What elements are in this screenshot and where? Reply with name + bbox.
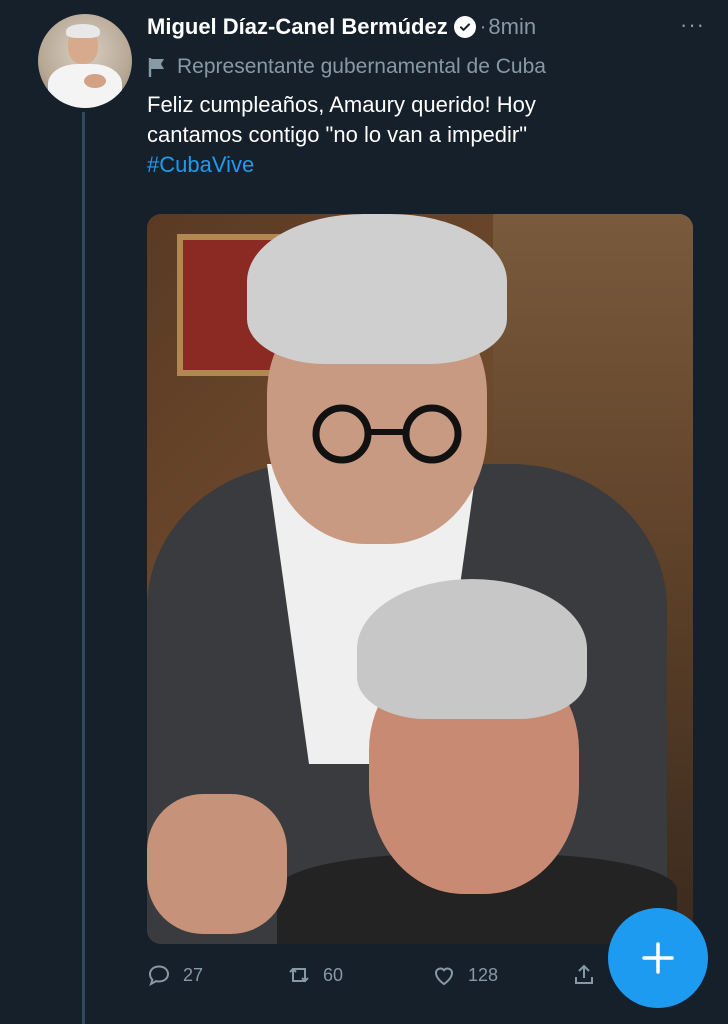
verified-badge-icon <box>453 16 476 38</box>
flag-icon <box>148 58 164 77</box>
like-icon <box>434 967 454 986</box>
tweet-text-line: Feliz cumpleaños, Amaury querido! Hoy <box>147 92 536 117</box>
account-label-text: Representante gubernamental de Cuba <box>177 55 546 78</box>
tweet-actions: 27 60 128 <box>147 955 617 995</box>
avatar[interactable] <box>38 14 132 108</box>
more-icon[interactable]: ··· <box>680 12 705 38</box>
share-button[interactable] <box>572 955 608 995</box>
reply-button[interactable]: 27 <box>147 955 203 995</box>
retweet-count: 60 <box>323 964 344 985</box>
tweet-text-line: cantamos contigo "no lo van a impedir" <box>147 122 528 147</box>
photo-glasses <box>312 404 462 464</box>
thread-line <box>82 112 85 1024</box>
account-label: Representante gubernamental de Cuba <box>147 52 546 82</box>
retweet-button[interactable]: 60 <box>287 955 343 995</box>
avatar-shirt <box>48 64 122 108</box>
tweet-time[interactable]: 8min <box>488 14 536 40</box>
author-name[interactable]: Miguel Díaz-Canel Bermúdez <box>147 14 448 40</box>
avatar-hand <box>84 74 106 88</box>
photo-second-person-hair <box>357 579 587 719</box>
photo-hands <box>147 794 287 934</box>
reply-icon <box>148 965 170 987</box>
separator-dot: · <box>479 15 487 38</box>
tweet-header: Miguel Díaz-Canel Bermúdez · 8min ··· <box>147 10 707 44</box>
tweet-text: Feliz cumpleaños, Amaury querido! Hoy ca… <box>147 90 707 180</box>
avatar-hair <box>66 24 100 38</box>
photo-person-hair <box>247 214 507 364</box>
share-icon <box>575 964 593 984</box>
tweet-photo[interactable] <box>147 214 693 944</box>
retweet-icon <box>289 967 309 983</box>
compose-plus-icon <box>642 942 674 974</box>
like-button[interactable]: 128 <box>432 955 498 995</box>
hashtag-link[interactable]: #CubaVive <box>147 150 707 180</box>
compose-tweet-button[interactable] <box>608 908 708 1008</box>
reply-count: 27 <box>183 964 204 985</box>
like-count: 128 <box>468 964 499 985</box>
